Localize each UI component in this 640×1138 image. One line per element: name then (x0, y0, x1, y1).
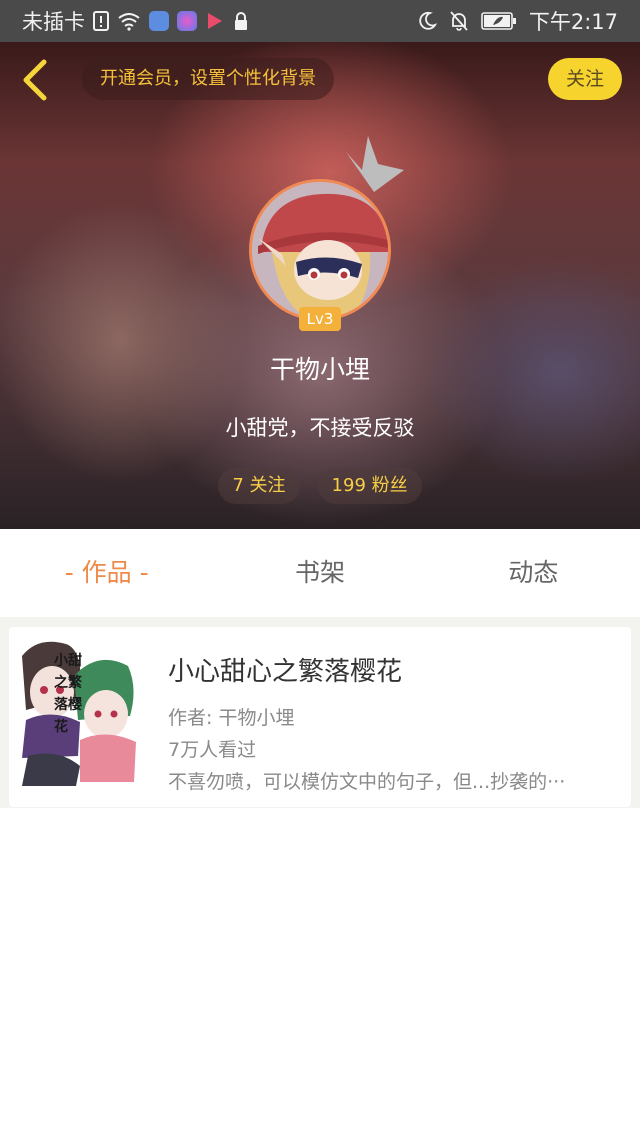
moon-icon (419, 11, 437, 30)
follow-button[interactable]: 关注 (548, 58, 622, 100)
lock-icon (235, 12, 247, 30)
sim-alert-icon (93, 11, 109, 31)
following-count[interactable]: 7 关注 (218, 468, 300, 504)
book-description: 不喜勿喷，可以模仿文中的句子，但...抄袭的··· (168, 771, 566, 793)
book-title: 小心甜心之繁落樱花 (168, 657, 403, 687)
video-app-icon (208, 13, 222, 29)
avatar[interactable] (249, 179, 391, 321)
works-list: 小甜之繁落樱花 小心甜心之繁落樱花 作者: 干物小埋 7万人看过 不喜勿喷，可以… (0, 617, 640, 1138)
avatar-image (252, 182, 388, 318)
status-bar: 未插卡 下午2:17 (0, 0, 640, 42)
book-views: 7万人看过 (168, 739, 257, 761)
stats-row: 7 关注 199 粉丝 (0, 468, 640, 504)
chevron-left-icon (23, 59, 47, 101)
wifi-icon (118, 13, 140, 31)
tab-bookshelf[interactable]: 书架 (213, 529, 426, 617)
tab-activity[interactable]: 动态 (427, 529, 640, 617)
followers-count[interactable]: 199 粉丝 (317, 468, 422, 504)
back-button[interactable] (14, 56, 58, 104)
browser-app-icon (177, 11, 197, 31)
clock: 下午2:17 (528, 10, 618, 34)
tab-works[interactable]: - 作品 - (0, 529, 213, 617)
level-badge: Lv3 (299, 307, 341, 331)
book-cover-title: 小甜之繁落樱花 (54, 653, 82, 735)
profile-header: 开通会员，设置个性化背景 关注 Lv3 干物小埋 小甜党，不接受反驳 7 关注 … (0, 42, 640, 529)
profile-tabs: - 作品 - 书架 动态 (0, 529, 640, 617)
vip-background-banner[interactable]: 开通会员，设置个性化背景 (82, 58, 334, 100)
baidu-app-icon (149, 11, 169, 31)
carrier-label: 未插卡 (22, 10, 85, 34)
battery-icon (481, 12, 516, 30)
book-author: 作者: 干物小埋 (168, 707, 295, 729)
bell-muted-icon (450, 11, 468, 31)
book-cover: 小甜之繁落樱花 (18, 636, 140, 788)
list-item[interactable]: 小甜之繁落樱花 小心甜心之繁落樱花 作者: 干物小埋 7万人看过 不喜勿喷，可以… (9, 627, 631, 807)
user-signature: 小甜党，不接受反驳 (225, 416, 415, 440)
username: 干物小埋 (269, 355, 370, 384)
